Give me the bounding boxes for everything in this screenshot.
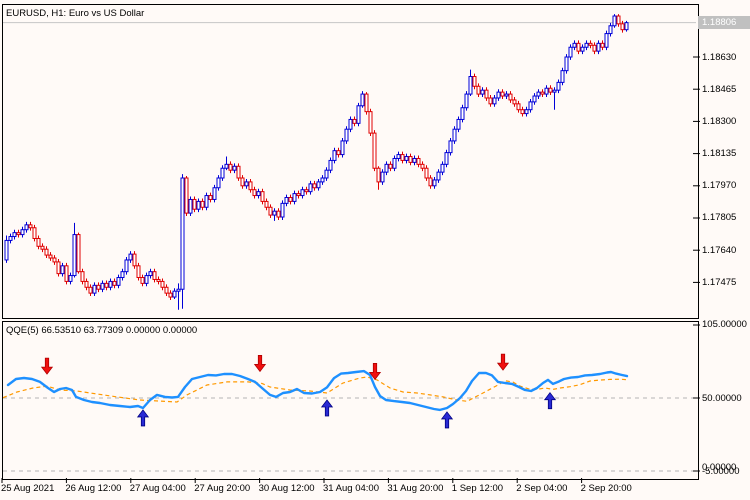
buy-arrow-icon	[545, 393, 556, 409]
time-axis-label: 31 Aug 04:00	[323, 483, 379, 494]
price-axis-label: 1.17640	[702, 245, 736, 256]
sell-arrow-icon	[255, 355, 266, 371]
qqe-fast-line	[8, 371, 627, 410]
price-axis-label: 1.17475	[702, 277, 736, 288]
sell-arrow-icon	[498, 354, 509, 370]
indicator-axis-label: 105.00000	[702, 319, 747, 330]
price-axis-label: 1.18300	[702, 116, 736, 127]
buy-arrow-icon	[442, 412, 453, 428]
current-price-tag: 1.18806	[698, 16, 750, 29]
time-axis-label: 27 Aug 20:00	[194, 483, 250, 494]
qqe-layer	[3, 354, 696, 471]
indicator-axis-label: 50.00000	[702, 393, 742, 404]
buy-arrow-icon	[138, 410, 149, 426]
chart-title: EURUSD, H1: Euro vs US Dollar	[6, 8, 144, 19]
buy-arrow-icon	[322, 400, 333, 416]
indicator-axis-label: 0.00000	[702, 462, 736, 473]
time-axis-label: 26 Aug 12:00	[65, 483, 121, 494]
time-axis-label: 2 Sep 04:00	[516, 483, 567, 494]
price-axis-label: 1.17805	[702, 212, 736, 223]
time-axis-label: 30 Aug 12:00	[259, 483, 315, 494]
chart-canvas[interactable]	[0, 0, 750, 500]
indicator-values-label: QQE(5) 66.53510 63.77309 0.00000 0.00000	[6, 325, 197, 336]
candles-layer	[3, 14, 696, 310]
time-axis-label: 2 Sep 20:00	[581, 483, 632, 494]
price-axis-label: 1.18630	[702, 52, 736, 63]
time-axis-label: 31 Aug 20:00	[387, 483, 443, 494]
price-axis-label: 1.18135	[702, 148, 736, 159]
price-axis-label: 1.17970	[702, 180, 736, 191]
time-axis-label: 25 Aug 2021	[1, 483, 54, 494]
sell-arrow-icon	[42, 358, 53, 374]
time-axis-label: 1 Sep 12:00	[452, 483, 503, 494]
time-axis-label: 27 Aug 04:00	[130, 483, 186, 494]
mt5-chart-window: { "window": { "background": "#FFFAF7", "…	[0, 0, 750, 500]
price-axis-label: 1.18465	[702, 84, 736, 95]
